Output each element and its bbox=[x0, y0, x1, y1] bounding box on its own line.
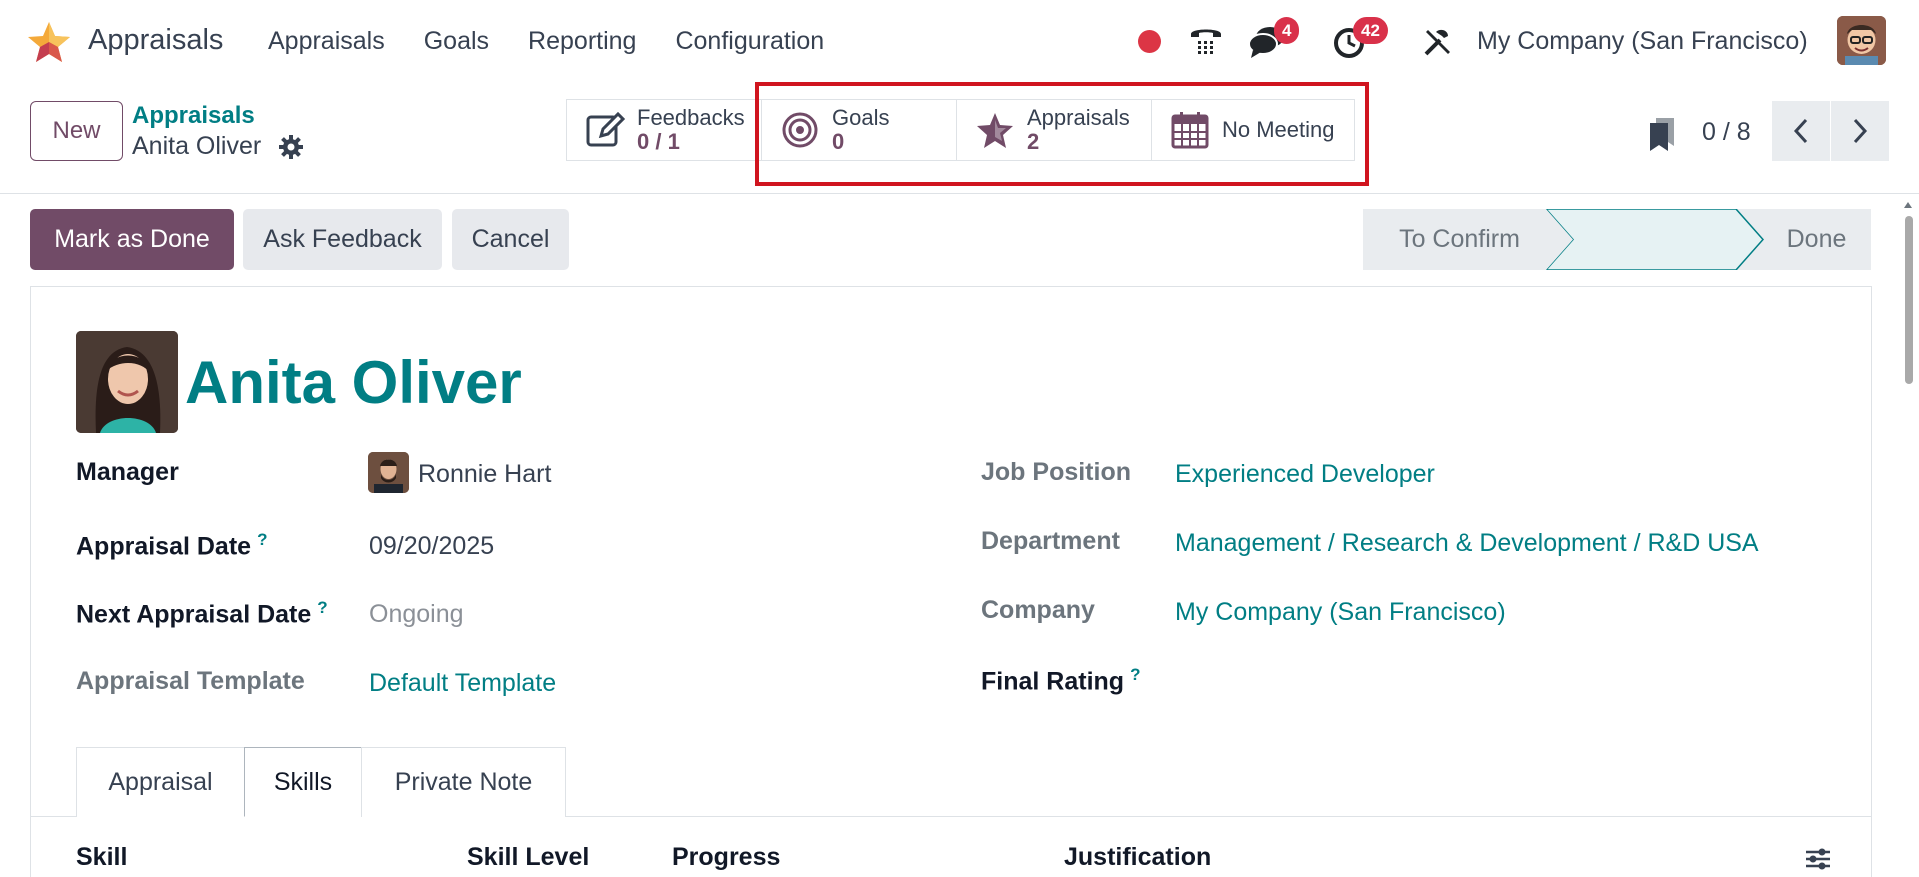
department-field[interactable]: Management / Research & Development / R&… bbox=[1175, 529, 1759, 558]
tab-skills[interactable]: Skills bbox=[244, 747, 362, 817]
messages-badge: 4 bbox=[1274, 17, 1300, 44]
pager-counter[interactable]: 0 / 8 bbox=[1702, 118, 1751, 147]
appraisals-app-icon[interactable] bbox=[27, 20, 71, 64]
appraisal-date-help-icon[interactable]: ? bbox=[257, 530, 267, 549]
optional-columns-icon[interactable] bbox=[1804, 846, 1832, 872]
gear-icon[interactable] bbox=[278, 134, 304, 160]
star-icon bbox=[977, 113, 1013, 148]
job-position-label: Job Position bbox=[981, 458, 1131, 486]
main-menu: Appraisals Goals Reporting Configuration bbox=[268, 27, 863, 56]
pager-previous-button[interactable] bbox=[1772, 101, 1830, 161]
goals-smart-button[interactable]: Goals 0 bbox=[761, 99, 957, 161]
feedbacks-count: 0 / 1 bbox=[637, 129, 680, 154]
appraisal-template-field[interactable]: Default Template bbox=[369, 669, 556, 698]
user-avatar[interactable] bbox=[1837, 16, 1886, 65]
column-progress[interactable]: Progress bbox=[672, 843, 780, 872]
menu-configuration[interactable]: Configuration bbox=[675, 27, 824, 56]
tab-appraisal[interactable]: Appraisal bbox=[76, 747, 245, 817]
calendar-icon bbox=[1171, 112, 1209, 149]
appraisals-label: Appraisals bbox=[1027, 105, 1130, 130]
cancel-button[interactable]: Cancel bbox=[452, 209, 569, 270]
stage-done[interactable]: Done bbox=[1736, 209, 1871, 270]
top-navbar: Appraisals Appraisals Goals Reporting Co… bbox=[0, 0, 1919, 84]
next-appraisal-date-field[interactable]: Ongoing bbox=[369, 600, 464, 629]
breadcrumb-current: Anita Oliver bbox=[132, 132, 262, 160]
appraisals-count: 2 bbox=[1027, 129, 1040, 154]
ask-feedback-button[interactable]: Ask Feedback bbox=[243, 209, 442, 270]
scroll-up-arrow-icon[interactable] bbox=[1903, 200, 1913, 210]
chevron-left-icon bbox=[1793, 118, 1808, 144]
phone-icon[interactable] bbox=[1188, 24, 1224, 58]
menu-reporting[interactable]: Reporting bbox=[528, 27, 636, 56]
goals-count: 0 bbox=[832, 129, 845, 154]
column-skill[interactable]: Skill bbox=[76, 843, 127, 872]
next-appraisal-date-label: Next Appraisal Date? bbox=[76, 598, 328, 629]
activities-badge: 42 bbox=[1353, 17, 1388, 44]
appraisal-date-field[interactable]: 09/20/2025 bbox=[369, 532, 494, 561]
control-panel: New Appraisals Anita Oliver Feedbacks 0 … bbox=[0, 84, 1919, 194]
stage-to-confirm[interactable]: To Confirm bbox=[1363, 209, 1546, 270]
menu-goals[interactable]: Goals bbox=[424, 27, 489, 56]
scrollbar-thumb[interactable] bbox=[1905, 216, 1913, 384]
company-switcher[interactable]: My Company (San Francisco) bbox=[1477, 27, 1808, 56]
meeting-label: No Meeting bbox=[1222, 117, 1335, 142]
company-label: Company bbox=[981, 596, 1095, 624]
meeting-smart-button[interactable]: No Meeting bbox=[1151, 99, 1355, 161]
breadcrumb-parent[interactable]: Appraisals bbox=[132, 102, 255, 130]
status-bar: To Confirm Confirmed Done bbox=[1363, 209, 1871, 270]
appraisal-template-label: Appraisal Template bbox=[76, 667, 305, 695]
appraisal-date-label: Appraisal Date? bbox=[76, 530, 268, 561]
column-skill-level[interactable]: Skill Level bbox=[467, 843, 589, 872]
appraisals-smart-button[interactable]: Appraisals 2 bbox=[956, 99, 1152, 161]
tab-private-note[interactable]: Private Note bbox=[361, 747, 566, 817]
notebook-tabs: Appraisal Skills Private Note bbox=[76, 747, 566, 817]
new-button[interactable]: New bbox=[30, 101, 123, 161]
employee-photo[interactable] bbox=[76, 331, 178, 433]
job-position-field[interactable]: Experienced Developer bbox=[1175, 460, 1435, 489]
debug-tools-icon[interactable] bbox=[1422, 26, 1454, 58]
final-rating-help-icon[interactable]: ? bbox=[1130, 665, 1140, 684]
chevron-right-icon bbox=[1853, 118, 1868, 144]
manager-label: Manager bbox=[76, 458, 179, 486]
edit-note-icon bbox=[586, 111, 625, 147]
menu-appraisals[interactable]: Appraisals bbox=[268, 27, 385, 56]
manager-value[interactable]: Ronnie Hart bbox=[418, 460, 551, 489]
column-justification[interactable]: Justification bbox=[1064, 843, 1211, 872]
bookmarks-icon[interactable] bbox=[1648, 116, 1676, 152]
feedbacks-label: Feedbacks bbox=[637, 105, 745, 130]
app-name[interactable]: Appraisals bbox=[88, 24, 223, 57]
recording-indicator-icon[interactable] bbox=[1138, 30, 1161, 53]
target-icon bbox=[782, 112, 818, 148]
mark-as-done-button[interactable]: Mark as Done bbox=[30, 209, 234, 270]
company-field[interactable]: My Company (San Francisco) bbox=[1175, 598, 1506, 627]
feedbacks-smart-button[interactable]: Feedbacks 0 / 1 bbox=[566, 99, 762, 161]
next-appraisal-date-help-icon[interactable]: ? bbox=[317, 598, 327, 617]
manager-avatar bbox=[368, 452, 409, 493]
employee-name[interactable]: Anita Oliver bbox=[185, 348, 522, 417]
pager-next-button[interactable] bbox=[1831, 101, 1889, 161]
stage-confirmed[interactable]: Confirmed bbox=[1546, 209, 1736, 270]
department-label: Department bbox=[981, 527, 1120, 555]
goals-label: Goals bbox=[832, 105, 890, 130]
final-rating-label: Final Rating? bbox=[981, 665, 1141, 696]
